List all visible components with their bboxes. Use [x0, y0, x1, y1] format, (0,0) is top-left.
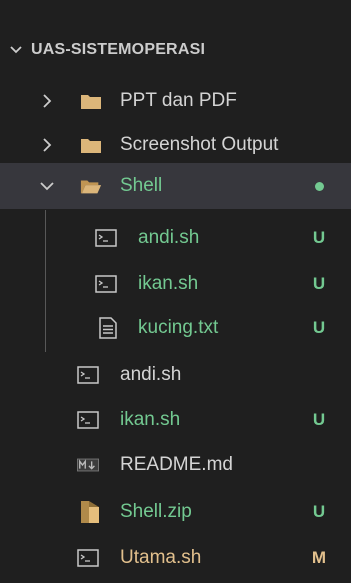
tree-item-label: ikan.sh	[120, 409, 181, 430]
git-status-badge: U	[312, 318, 326, 337]
chevron-down-icon[interactable]	[37, 176, 57, 196]
tree-item-shell-ikan-sh[interactable]: ikan.sh U	[0, 261, 351, 307]
tree-item-label: Shell.zip	[120, 501, 192, 522]
chevron-right-icon[interactable]	[37, 91, 57, 111]
tree-item-utama-sh[interactable]: Utama.sh M	[0, 535, 351, 581]
terminal-file-icon	[95, 227, 117, 249]
tree-item-andi-sh[interactable]: andi.sh	[0, 352, 351, 398]
git-status-dot	[311, 176, 327, 196]
tree-item-label: andi.sh	[138, 227, 200, 248]
tree-item-ppt-dan-pdf-folder[interactable]: PPT dan PDF	[0, 78, 351, 124]
tree-item-label: README.md	[120, 454, 233, 475]
terminal-file-icon	[77, 409, 99, 431]
terminal-file-icon	[77, 547, 99, 569]
zip-archive-icon	[79, 501, 101, 523]
tree-item-shell-andi-sh[interactable]: andi.sh U	[0, 215, 351, 261]
git-status-badge: U	[312, 502, 326, 521]
tree-item-label: Shell	[120, 175, 163, 196]
markdown-file-icon	[77, 454, 99, 476]
git-status-badge: U	[312, 274, 326, 293]
tree-item-label: andi.sh	[120, 364, 182, 385]
tree-item-label: PPT dan PDF	[120, 90, 237, 111]
chevron-right-icon[interactable]	[37, 135, 57, 155]
tree-item-label: Utama.sh	[120, 547, 202, 568]
tree-item-label: ikan.sh	[138, 273, 199, 294]
file-explorer: UAS-SISTEMOPERASI PPT dan PDF Screenshot…	[0, 0, 351, 583]
tree-item-label: kucing.txt	[138, 317, 219, 338]
tree-item-shell-folder[interactable]: Shell	[0, 163, 351, 209]
tree-item-shell-kucing-txt[interactable]: kucing.txt U	[0, 305, 351, 351]
text-file-icon	[97, 317, 119, 339]
git-status-badge: U	[312, 410, 326, 429]
folder-open-icon	[80, 175, 102, 197]
terminal-file-icon	[77, 364, 99, 386]
tree-item-readme-md[interactable]: README.md	[0, 442, 351, 488]
git-status-badge: M	[311, 548, 327, 567]
workspace-root-label: UAS-SISTEMOPERASI	[31, 41, 206, 58]
folder-icon	[80, 90, 102, 112]
tree-item-screenshot-output-folder[interactable]: Screenshot Output	[0, 122, 351, 168]
tree-item-ikan-sh[interactable]: ikan.sh U	[0, 397, 351, 443]
tree-item-shell-zip[interactable]: Shell.zip U	[0, 489, 351, 535]
git-status-badge: U	[312, 228, 326, 247]
workspace-root-header[interactable]: UAS-SISTEMOPERASI	[0, 30, 351, 70]
chevron-down-icon[interactable]	[5, 43, 27, 57]
folder-icon	[80, 134, 102, 156]
tree-item-label: Screenshot Output	[120, 134, 279, 155]
terminal-file-icon	[95, 273, 117, 295]
